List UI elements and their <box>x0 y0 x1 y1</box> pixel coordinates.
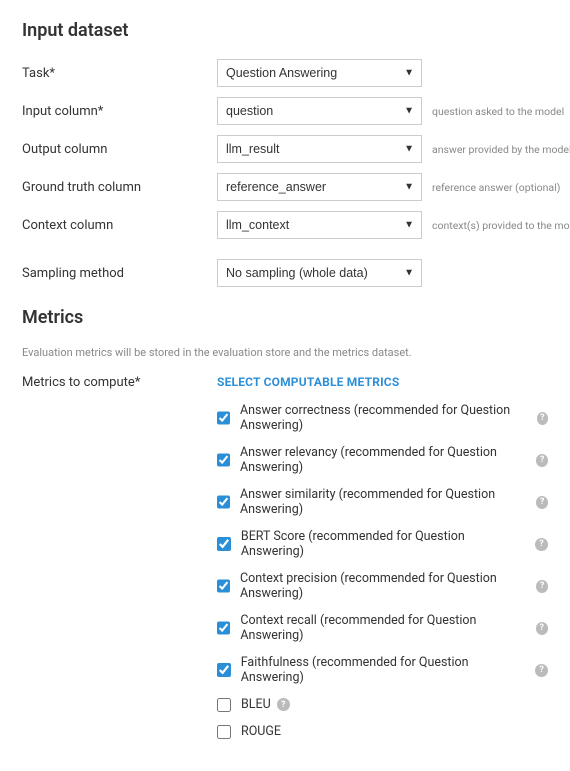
metric-label: Answer similarity (recommended for Quest… <box>240 487 530 517</box>
metrics-list: Answer correctness (recommended for Ques… <box>217 403 548 739</box>
ground-truth-select[interactable]: reference_answer <box>217 173 422 201</box>
metric-item: Answer correctness (recommended for Ques… <box>217 403 548 433</box>
output-column-hint: answer provided by the model (optional) <box>432 143 570 156</box>
metric-label: ROUGE <box>241 724 281 739</box>
metric-item: Faithfulness (recommended for Question A… <box>217 655 548 685</box>
output-column-label: Output column <box>22 142 217 157</box>
metric-label: Answer relevancy (recommended for Questi… <box>240 445 530 475</box>
metric-item: BLEU? <box>217 697 548 712</box>
task-row: Task* Question Answering ▼ <box>22 59 548 87</box>
ground-truth-label: Ground truth column <box>22 180 217 195</box>
context-column-label: Context column <box>22 218 217 233</box>
metric-label: Faithfulness (recommended for Question A… <box>241 655 530 685</box>
sampling-select[interactable]: No sampling (whole data) <box>217 259 422 287</box>
metric-item: ROUGE <box>217 724 548 739</box>
metric-checkbox[interactable] <box>217 621 230 635</box>
output-column-select[interactable]: llm_result <box>217 135 422 163</box>
input-column-select-wrap: question ▼ <box>217 97 422 125</box>
input-column-label: Input column* <box>22 104 217 119</box>
input-column-select[interactable]: question <box>217 97 422 125</box>
task-label: Task* <box>22 66 217 81</box>
context-column-hint: context(s) provided to the model (option… <box>432 219 570 232</box>
select-computable-metrics-link[interactable]: SELECT COMPUTABLE METRICS <box>217 375 399 389</box>
help-icon[interactable]: ? <box>537 412 548 425</box>
input-column-row: Input column* question ▼ question asked … <box>22 97 548 125</box>
sampling-select-wrap: No sampling (whole data) ▼ <box>217 259 422 287</box>
task-select-wrap: Question Answering ▼ <box>217 59 422 87</box>
task-select[interactable]: Question Answering <box>217 59 422 87</box>
metrics-column: SELECT COMPUTABLE METRICS Answer correct… <box>217 375 548 751</box>
context-column-select[interactable]: llm_context <box>217 211 422 239</box>
output-column-select-wrap: llm_result ▼ <box>217 135 422 163</box>
sampling-row: Sampling method No sampling (whole data)… <box>22 259 548 287</box>
metrics-label: Metrics to compute* <box>22 375 217 390</box>
ground-truth-row: Ground truth column reference_answer ▼ r… <box>22 173 548 201</box>
metrics-subtitle: Evaluation metrics will be stored in the… <box>22 346 548 359</box>
metric-checkbox[interactable] <box>217 537 231 551</box>
help-icon[interactable]: ? <box>536 496 548 509</box>
ground-truth-hint: reference answer (optional) <box>432 181 560 194</box>
metric-item: Context recall (recommended for Question… <box>217 613 548 643</box>
metric-checkbox[interactable] <box>217 453 230 467</box>
help-icon[interactable]: ? <box>535 538 548 551</box>
input-column-hint: question asked to the model <box>432 105 564 118</box>
help-icon[interactable]: ? <box>536 580 548 593</box>
metric-item: BERT Score (recommended for Question Ans… <box>217 529 548 559</box>
metric-checkbox[interactable] <box>217 495 230 509</box>
metric-label: Answer correctness (recommended for Ques… <box>240 403 531 433</box>
metric-item: Answer similarity (recommended for Quest… <box>217 487 548 517</box>
metric-item: Answer relevancy (recommended for Questi… <box>217 445 548 475</box>
help-icon[interactable]: ? <box>536 454 548 467</box>
metric-checkbox[interactable] <box>217 579 230 593</box>
context-column-select-wrap: llm_context ▼ <box>217 211 422 239</box>
metric-checkbox[interactable] <box>217 698 231 712</box>
metric-label: BLEU <box>241 697 271 712</box>
metric-checkbox[interactable] <box>217 411 230 425</box>
metric-checkbox[interactable] <box>217 663 231 677</box>
metric-label: BERT Score (recommended for Question Ans… <box>241 529 529 559</box>
metric-item: Context precision (recommended for Quest… <box>217 571 548 601</box>
context-column-row: Context column llm_context ▼ context(s) … <box>22 211 548 239</box>
sampling-label: Sampling method <box>22 266 217 281</box>
metrics-title: Metrics <box>22 307 548 328</box>
metric-checkbox[interactable] <box>217 725 231 739</box>
help-icon[interactable]: ? <box>536 622 548 635</box>
metric-label: Context recall (recommended for Question… <box>240 613 529 643</box>
output-column-row: Output column llm_result ▼ answer provid… <box>22 135 548 163</box>
input-dataset-title: Input dataset <box>22 20 548 41</box>
metrics-row: Metrics to compute* SELECT COMPUTABLE ME… <box>22 375 548 751</box>
ground-truth-select-wrap: reference_answer ▼ <box>217 173 422 201</box>
help-icon[interactable]: ? <box>277 698 290 711</box>
help-icon[interactable]: ? <box>535 664 548 677</box>
metric-label: Context precision (recommended for Quest… <box>240 571 530 601</box>
